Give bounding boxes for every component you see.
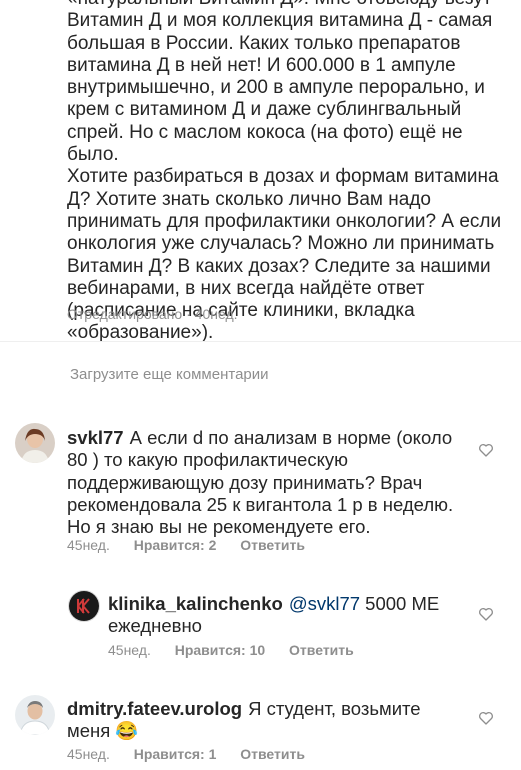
comment-text: dmitry.fateev.urolog Я студент, возьмите … [67,698,421,742]
divider [0,341,521,342]
comment-time: 45нед. [67,537,110,553]
post-meta: Отредактировано · 40нед. [67,306,238,322]
comment-meta: 45нед. Нравится: 1 Ответить [67,746,325,762]
heart-icon[interactable] [478,442,494,458]
comment-likes[interactable]: Нравится: 10 [175,642,265,658]
comment-username[interactable]: svkl77 [67,427,124,448]
heart-icon[interactable] [478,710,494,726]
post-caption: «натуральный Витамин Д». Мне отовсюду ве… [67,0,502,344]
comment-time: 45нед. [108,642,151,658]
mention-link[interactable]: @svkl77 [289,593,360,614]
comment-time: 45нед. [67,746,110,762]
avatar[interactable] [15,695,55,735]
comment-meta: 45нед. Нравится: 10 Ответить [108,642,374,658]
comment-likes[interactable]: Нравится: 1 [134,746,217,762]
avatar[interactable] [68,590,100,622]
comment-likes[interactable]: Нравится: 2 [134,537,217,553]
load-more-comments-button[interactable]: Загрузите еще комментарии [70,366,269,383]
comment-text: klinika_kalinchenko @svkl77 5000 МЕ ежедн… [108,593,440,637]
reply-button[interactable]: Ответить [240,537,305,553]
comment-username[interactable]: klinika_kalinchenko [108,593,283,614]
comment-meta: 45нед. Нравится: 2 Ответить [67,537,325,553]
reply-button[interactable]: Ответить [240,746,305,762]
avatar[interactable] [15,423,55,463]
heart-icon[interactable] [478,606,494,622]
edited-label: Отредактировано · 40нед. [67,306,238,322]
reply-button[interactable]: Ответить [289,642,354,658]
comment-text: svkl77 А если d по анализам в норме (окол… [67,427,454,538]
comment-username[interactable]: dmitry.fateev.urolog [67,698,242,719]
